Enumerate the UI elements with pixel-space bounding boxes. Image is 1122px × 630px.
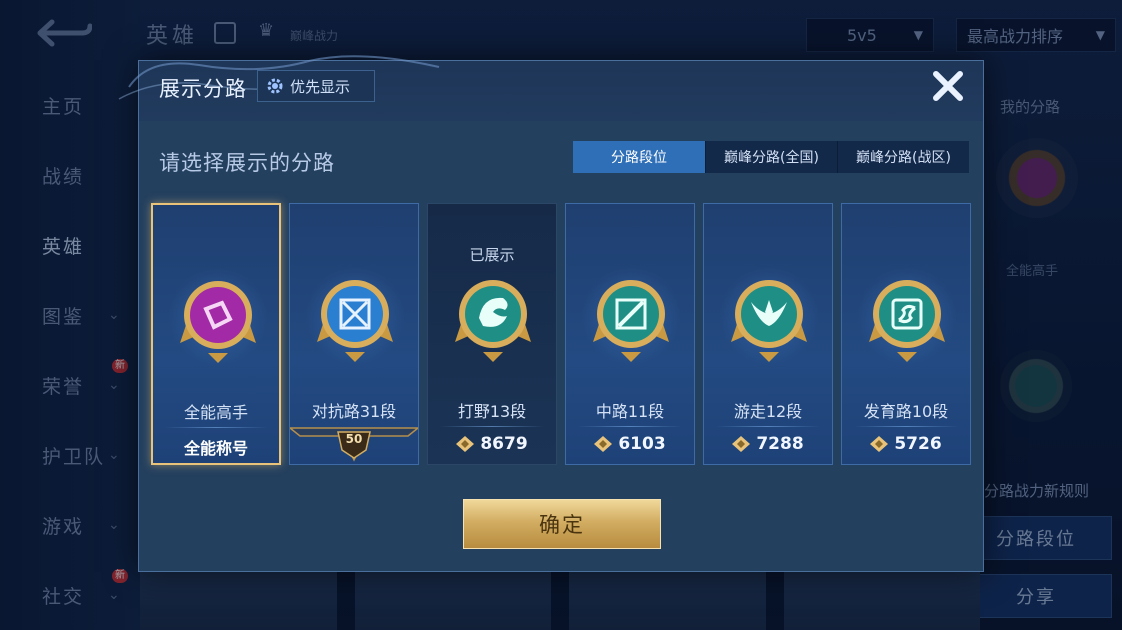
dialog-title: 展示分路 xyxy=(159,77,247,101)
level-badge-value: 50 xyxy=(345,432,363,446)
jungle-emblem-icon xyxy=(455,280,531,362)
confirm-button[interactable]: 确定 xyxy=(463,499,661,549)
score-value: 5726 xyxy=(894,434,942,454)
route-card-all-round[interactable]: 全能高手 全能称号 xyxy=(151,203,281,465)
route-score: 8679 xyxy=(428,434,556,454)
power-icon xyxy=(456,436,475,452)
route-title-label: 全能称号 xyxy=(183,439,248,458)
route-card-mid-lane[interactable]: 中路11段 6103 xyxy=(565,203,695,465)
tab-route-rank[interactable]: 分路段位 xyxy=(573,141,705,173)
roam-emblem-icon xyxy=(731,280,807,362)
close-icon[interactable] xyxy=(929,67,967,105)
route-name: 全能高手 xyxy=(183,403,248,422)
score-value: 6103 xyxy=(618,434,666,454)
route-name: 中路11段 xyxy=(595,402,665,421)
clash-lane-emblem-icon xyxy=(317,280,393,362)
route-card-list: 全能高手 全能称号 对抗路31段 50 已展示 打野13段 8679 中路11段… xyxy=(151,203,973,465)
score-value: 8679 xyxy=(480,434,528,454)
display-route-dialog: 展示分路 优先显示 请选择展示的分路 分路段位 巅峰分路(全国) 巅峰分路(战区… xyxy=(118,55,984,572)
mid-lane-emblem-icon xyxy=(593,280,669,362)
route-name: 对抗路31段 xyxy=(311,402,397,421)
route-card-jungle[interactable]: 已展示 打野13段 8679 xyxy=(427,203,557,465)
route-card-roam[interactable]: 游走12段 7288 xyxy=(703,203,833,465)
shown-label: 已展示 xyxy=(469,246,515,264)
route-name: 游走12段 xyxy=(733,402,803,421)
gear-icon xyxy=(267,78,283,94)
route-card-clash-lane[interactable]: 对抗路31段 50 xyxy=(289,203,419,465)
priority-display-label: 优先显示 xyxy=(290,77,351,96)
power-icon xyxy=(732,436,751,452)
power-icon xyxy=(870,436,889,452)
priority-display-button[interactable]: 优先显示 xyxy=(257,70,375,102)
power-icon xyxy=(594,436,613,452)
route-tabs: 分路段位 巅峰分路(全国) 巅峰分路(战区) xyxy=(573,141,969,173)
dialog-subtitle: 请选择展示的分路 xyxy=(159,151,335,175)
route-score: 7288 xyxy=(704,434,832,454)
route-score: 6103 xyxy=(566,434,694,454)
route-card-farm-lane[interactable]: 发育路10段 5726 xyxy=(841,203,971,465)
route-name: 打野13段 xyxy=(457,402,527,421)
tab-peak-national[interactable]: 巅峰分路(全国) xyxy=(706,141,837,173)
tab-peak-region[interactable]: 巅峰分路(战区) xyxy=(838,141,969,173)
farm-lane-emblem-icon xyxy=(869,280,945,362)
all-round-emblem-icon xyxy=(180,281,256,363)
route-score: 5726 xyxy=(842,434,970,454)
route-name: 发育路10段 xyxy=(863,402,949,421)
score-value: 7288 xyxy=(756,434,804,454)
